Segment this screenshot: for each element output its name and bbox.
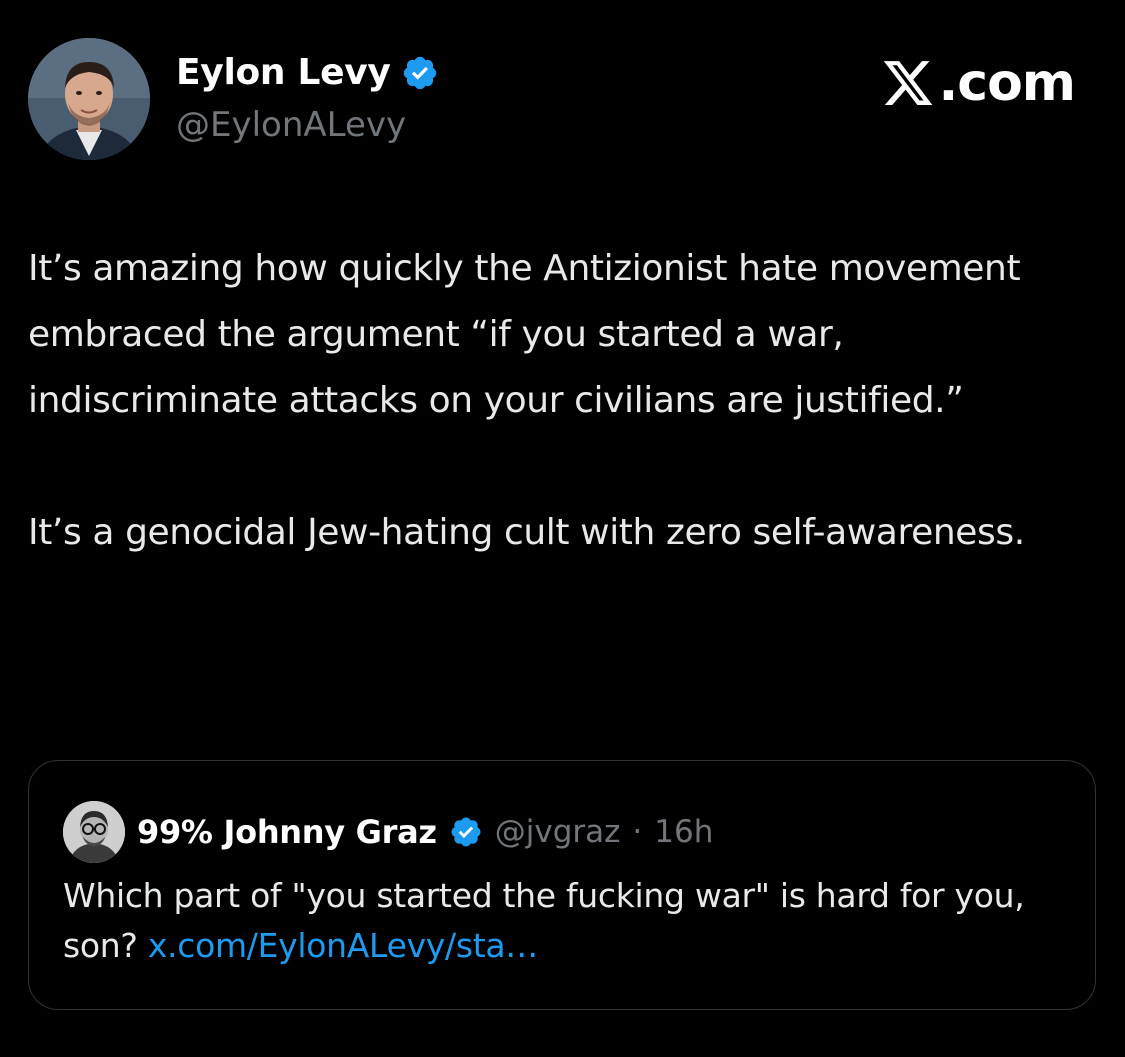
quoted-post-card[interactable]: 99% Johnny Graz @jvgraz · 16h Which part… <box>28 760 1096 1010</box>
author-avatar-image <box>28 38 150 160</box>
post-body: It’s amazing how quickly the Antizionist… <box>28 236 1103 566</box>
verified-badge-icon <box>403 56 436 89</box>
quoted-post-header: 99% Johnny Graz @jvgraz · 16h <box>63 801 713 863</box>
author-name-row: Eylon Levy <box>176 52 439 93</box>
author-handle[interactable]: @EylonALevy <box>176 105 406 145</box>
verified-badge-icon <box>451 817 481 847</box>
quoted-author-name[interactable]: 99% Johnny Graz <box>137 813 437 851</box>
quoted-author-handle[interactable]: @jvgraz <box>495 814 621 850</box>
quoted-post-time[interactable]: 16h <box>654 814 713 850</box>
quoted-post-text: Which part of "you started the fucking w… <box>63 871 1063 971</box>
quoted-author-avatar-image <box>63 801 125 863</box>
brand-logo: .com <box>881 56 1076 110</box>
post-paragraph-2: It’s a genocidal Jew-hating cult with ze… <box>28 512 1025 553</box>
x-logo-icon <box>883 61 932 105</box>
quoted-author-avatar[interactable] <box>63 801 125 863</box>
author-avatar[interactable] <box>28 38 150 160</box>
quoted-post-link[interactable]: x.com/EylonALevy/sta… <box>148 926 538 965</box>
separator-dot: · <box>632 814 643 850</box>
brand-text: .com <box>938 53 1076 113</box>
post-paragraph-1: It’s amazing how quickly the Antizionist… <box>28 248 1021 421</box>
author-name[interactable]: Eylon Levy <box>176 52 391 93</box>
